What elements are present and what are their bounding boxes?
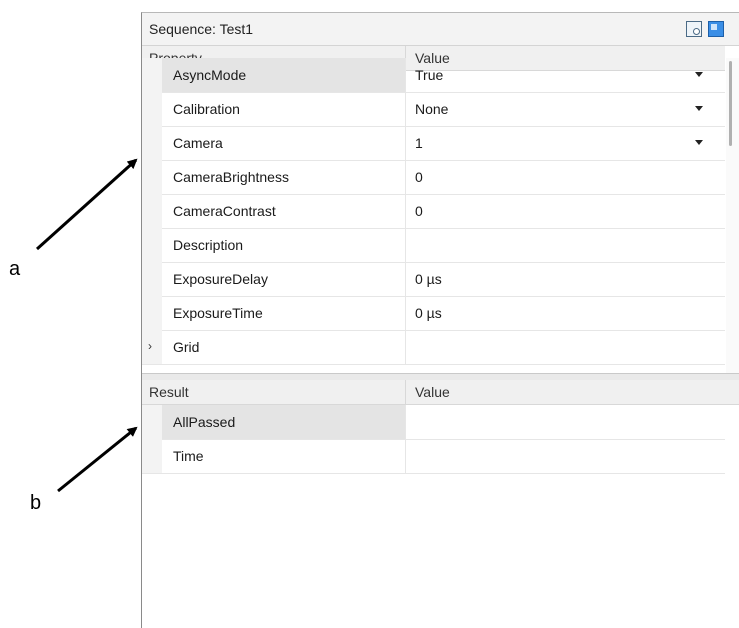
property-row[interactable]: ExposureDelay 0 µs (142, 262, 725, 297)
scrollbar-thumb[interactable] (729, 61, 732, 146)
result-row[interactable]: Time (142, 439, 725, 474)
row-gutter (142, 194, 162, 228)
property-value: 0 µs (415, 305, 442, 321)
row-gutter (142, 92, 162, 126)
property-value: 0 µs (415, 271, 442, 287)
row-gutter (142, 160, 162, 194)
property-scrollbar[interactable] (726, 58, 739, 373)
property-name: Calibration (173, 101, 240, 117)
result-name: Time (173, 448, 204, 464)
column-header-result[interactable]: Result (149, 384, 189, 400)
dropdown-arrow-icon[interactable] (695, 106, 703, 111)
property-row[interactable]: Calibration None (142, 92, 725, 127)
result-name: AllPassed (162, 405, 405, 439)
dropdown-arrow-icon[interactable] (695, 140, 703, 145)
panel-titlebar: Sequence: Test1 (142, 13, 739, 46)
property-name: CameraContrast (173, 203, 276, 219)
property-row[interactable]: CameraBrightness 0 (142, 160, 725, 195)
row-gutter (142, 126, 162, 160)
property-value[interactable]: None (415, 92, 448, 126)
row-gutter (142, 405, 162, 439)
panel-layout-icon[interactable] (708, 21, 724, 37)
expand-chevron-icon[interactable]: › (148, 339, 152, 353)
property-row[interactable]: AsyncMode True (142, 58, 725, 93)
property-row[interactable]: › Grid (142, 330, 725, 365)
row-gutter (142, 439, 162, 473)
annotation-label-a: a (9, 258, 21, 280)
row-gutter (142, 296, 162, 330)
property-name: Grid (173, 339, 200, 355)
row-gutter (142, 262, 162, 296)
property-grid: AsyncMode True Calibration None Camera 1 Camer… (142, 58, 725, 373)
property-row[interactable]: Description (142, 228, 725, 263)
property-value: 0 (415, 169, 423, 185)
dropdown-arrow-icon[interactable] (695, 72, 703, 77)
properties-icon[interactable] (686, 21, 702, 37)
property-name: Camera (173, 135, 223, 151)
property-row[interactable]: ExposureTime 0 µs (142, 296, 725, 331)
annotation-label-b: b (30, 492, 42, 514)
arrow-a (35, 158, 138, 251)
result-row[interactable]: AllPassed (142, 405, 725, 440)
property-row[interactable]: Camera 1 (142, 126, 725, 161)
property-value[interactable]: 1 (415, 126, 423, 160)
property-name: ExposureTime (173, 305, 263, 321)
panel-title: Sequence: Test1 (149, 21, 254, 37)
property-row[interactable]: CameraContrast 0 (142, 194, 725, 229)
property-name: CameraBrightness (173, 169, 289, 185)
row-gutter (142, 58, 162, 92)
property-name: AsyncMode (162, 58, 405, 92)
property-name: Description (173, 237, 244, 253)
row-gutter (142, 228, 162, 262)
property-value: 0 (415, 203, 423, 219)
property-value[interactable]: True (415, 58, 443, 92)
result-grid-header: Result Value (142, 380, 739, 405)
column-header-result-value[interactable]: Value (415, 384, 450, 400)
sequence-panel: Sequence: Test1 Property Value AsyncMode… (141, 12, 739, 628)
row-gutter: › (142, 330, 162, 364)
property-name: ExposureDelay (173, 271, 268, 287)
arrow-b (57, 426, 138, 493)
result-grid: Result Value AllPassed Time (142, 380, 739, 625)
